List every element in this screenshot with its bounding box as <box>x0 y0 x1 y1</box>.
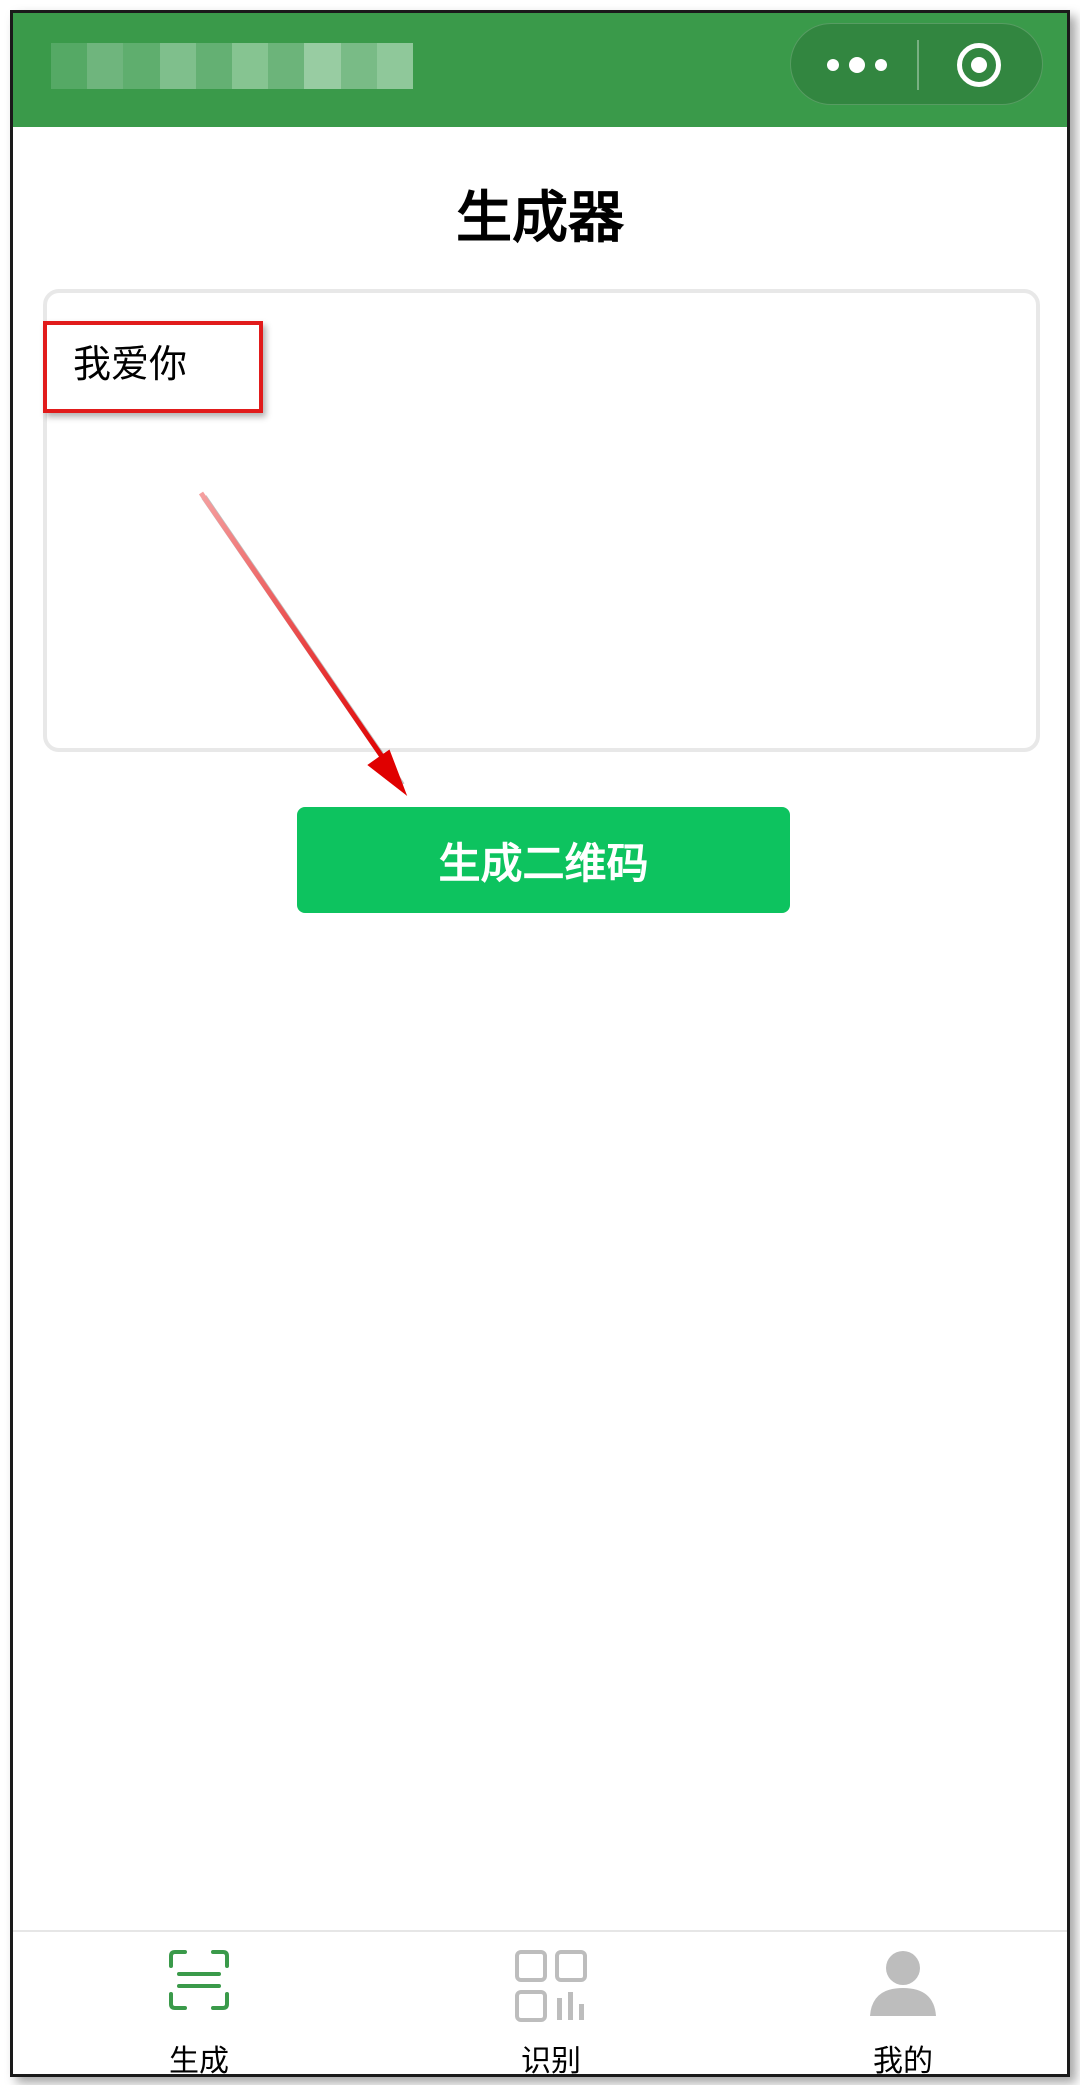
tab-generate[interactable]: 生成 <box>99 1932 299 2077</box>
target-close-icon[interactable] <box>957 43 1001 87</box>
user-avatar-icon <box>868 1948 938 2022</box>
tab-mine[interactable]: 我的 <box>803 1932 1003 2077</box>
screenshot-frame: 生成器 我爱你 生成二维码 生成 识别 我的 <box>10 10 1070 2077</box>
blurred-app-title <box>51 43 414 89</box>
generate-qrcode-button[interactable]: 生成二维码 <box>297 807 790 913</box>
mini-program-navbar <box>13 13 1067 127</box>
qrcode-grid-icon <box>513 1948 589 2028</box>
menu-capsule <box>790 23 1043 105</box>
tab-label: 我的 <box>873 2044 933 2077</box>
bottom-tabbar: 生成 识别 我的 <box>13 1930 1067 2077</box>
annotation-highlight-box <box>43 321 263 413</box>
tab-label: 识别 <box>521 2044 581 2077</box>
capsule-divider <box>917 40 919 90</box>
more-dots-icon[interactable] <box>827 50 887 80</box>
tab-recognize[interactable]: 识别 <box>451 1932 651 2077</box>
page-title: 生成器 <box>456 186 624 251</box>
scan-generate-icon <box>167 1948 231 2016</box>
tab-label: 生成 <box>169 2044 229 2077</box>
